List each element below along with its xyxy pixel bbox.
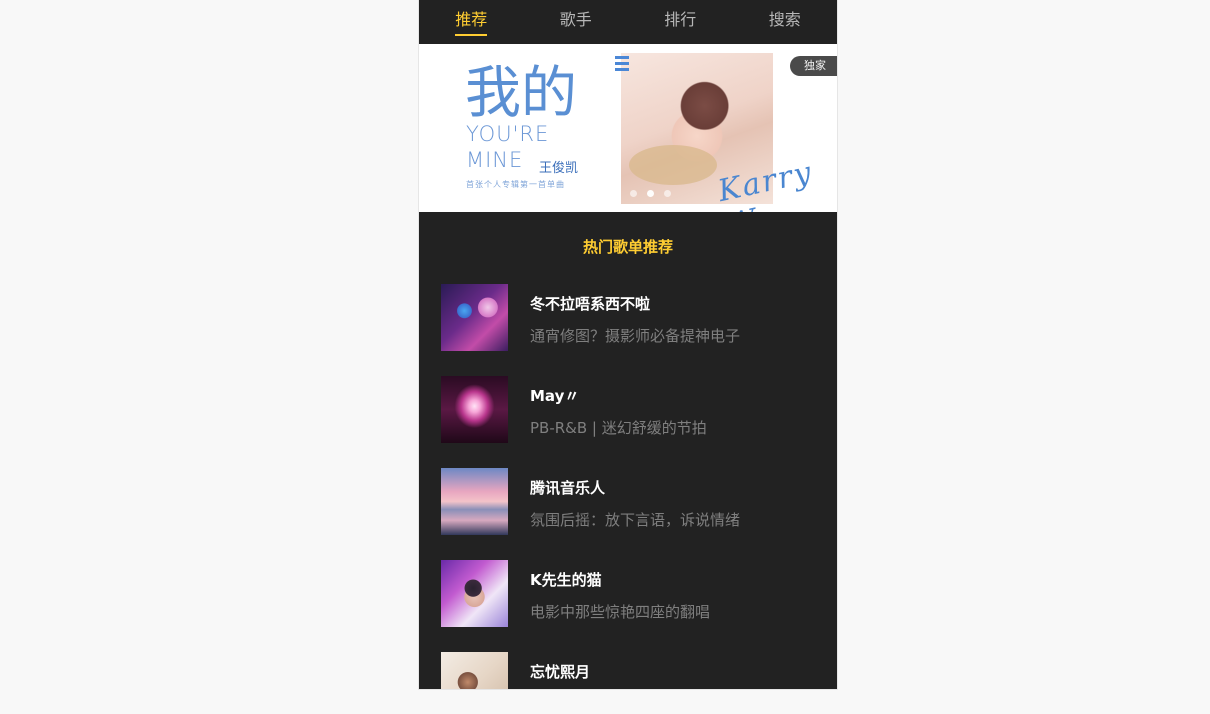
playlist-name: 冬不拉唔系西不啦 [530,295,651,313]
hot-playlist-title: 热门歌单推荐 [582,238,673,256]
banner-subtitle: 首张个人专辑第一首单曲 [466,180,565,189]
banner-title-en-line1: YOU'RE [466,122,550,146]
playlist-item[interactable]: 忘忧熙月 [419,651,837,689]
banner-dot[interactable] [630,190,637,197]
playlist-item[interactable]: K先生的猫 电影中那些惊艳四座的翻唱 [419,559,837,651]
banner-dot[interactable] [647,190,654,197]
playlist-name: May〃 [530,387,580,405]
playlist-desc: 电影中那些惊艳四座的翻唱 [530,603,711,621]
hot-playlist-list: 冬不拉唔系西不啦 通宵修图？摄影师必备提神电子 May〃 PB-R&B | 迷幻… [419,283,837,689]
playlist-cover [441,468,508,535]
playlist-cover [441,652,508,689]
banner-title-en-line2: MINE [466,148,524,172]
playlist-name: K先生的猫 [530,571,602,589]
tab-bar: 推荐 歌手 排行 搜索 [419,0,837,44]
tab-label: 排行 [664,10,697,29]
playlist-cover [441,284,508,351]
menu-icon [615,56,629,72]
tab-active-indicator [455,34,488,36]
tab-label: 推荐 [455,10,488,29]
playlist-cover [441,376,508,443]
playlist-name: 腾讯音乐人 [530,479,606,497]
tab-singer[interactable]: 歌手 [524,0,629,44]
playlist-item[interactable]: 冬不拉唔系西不啦 通宵修图？摄影师必备提神电子 [419,283,837,375]
banner-slider[interactable]: 我的 YOU'RE MINE 王俊凯 首张个人专辑第一首单曲 Karry W. … [419,44,837,212]
tab-label: 搜索 [768,10,801,29]
playlist-desc: PB-R&B | 迷幻舒缓的节拍 [530,419,707,437]
playlist-desc: 通宵修图？摄影师必备提神电子 [530,327,741,345]
tab-rank[interactable]: 排行 [628,0,733,44]
tab-search[interactable]: 搜索 [733,0,838,44]
exclusive-badge: 独家 [790,56,837,76]
playlist-desc: 氛围后摇：放下言语，诉说情绪 [530,511,741,529]
playlist-item[interactable]: 腾讯音乐人 氛围后摇：放下言语，诉说情绪 [419,467,837,559]
tab-label: 歌手 [559,10,592,29]
banner-artist: 王俊凯 [539,161,579,176]
playlist-item[interactable]: May〃 PB-R&B | 迷幻舒缓的节拍 [419,375,837,467]
mobile-app-frame: 推荐 歌手 排行 搜索 我的 YOU'RE MINE 王俊凯 首张个人专辑第一首… [419,0,837,689]
tab-recommend[interactable]: 推荐 [419,0,524,44]
banner-dot[interactable] [664,190,671,197]
banner-dots [630,190,681,197]
playlist-name: 忘忧熙月 [530,663,591,681]
banner-title: 我的 [465,61,577,126]
playlist-cover [441,560,508,627]
